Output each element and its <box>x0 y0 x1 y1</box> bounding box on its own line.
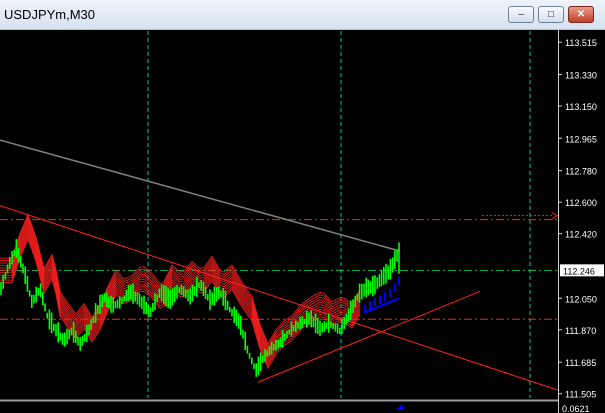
price-chart[interactable]: 113.515 113.330 113.150 112.965 112.780 112.6… <box>0 30 605 413</box>
axis-tick-label: 113.330 <box>565 70 597 80</box>
trendline-0 <box>0 205 559 391</box>
blue-indicator-marker <box>396 404 404 410</box>
axis-separator <box>558 30 559 413</box>
axis-tick-label: 113.515 <box>565 38 597 48</box>
trendlines <box>0 205 559 391</box>
axis-tick-label: 112.050 <box>565 294 597 304</box>
axis-tick-label: 111.505 <box>565 390 596 400</box>
chart-window: USDJPYm,M30 – □ ✕ 113.515 113.330 113.150 1… <box>0 0 605 413</box>
axis-tick-label: 111.870 <box>565 326 596 336</box>
slow-moving-average <box>0 139 401 252</box>
axis-tick-label: 112.420 <box>565 230 597 240</box>
minimize-button[interactable]: – <box>508 6 534 23</box>
indicator-value-label: 0.0621 <box>562 404 590 413</box>
title-bar[interactable]: USDJPYm,M30 – □ ✕ <box>0 0 605 30</box>
arrow-head <box>551 212 558 220</box>
current-price-label: 112.246 <box>563 266 595 276</box>
maximize-button[interactable]: □ <box>538 6 564 23</box>
chart-grid <box>147 31 531 398</box>
slow-ma-line <box>0 139 401 252</box>
axis-tick-label: 112.965 <box>565 134 597 144</box>
window-title: USDJPYm,M30 <box>4 7 96 22</box>
blue-fan <box>364 276 404 410</box>
close-button[interactable]: ✕ <box>568 6 594 23</box>
axis-tick-label: 112.600 <box>565 198 597 208</box>
axis-tick-label: 111.685 <box>565 358 596 368</box>
axis-tick-label: 113.150 <box>565 102 597 112</box>
ribbon-line-2 <box>0 232 361 365</box>
price-axis: 113.515 113.330 113.150 112.965 112.780 112.6… <box>0 38 604 413</box>
axis-tick-label: 112.780 <box>565 167 597 177</box>
